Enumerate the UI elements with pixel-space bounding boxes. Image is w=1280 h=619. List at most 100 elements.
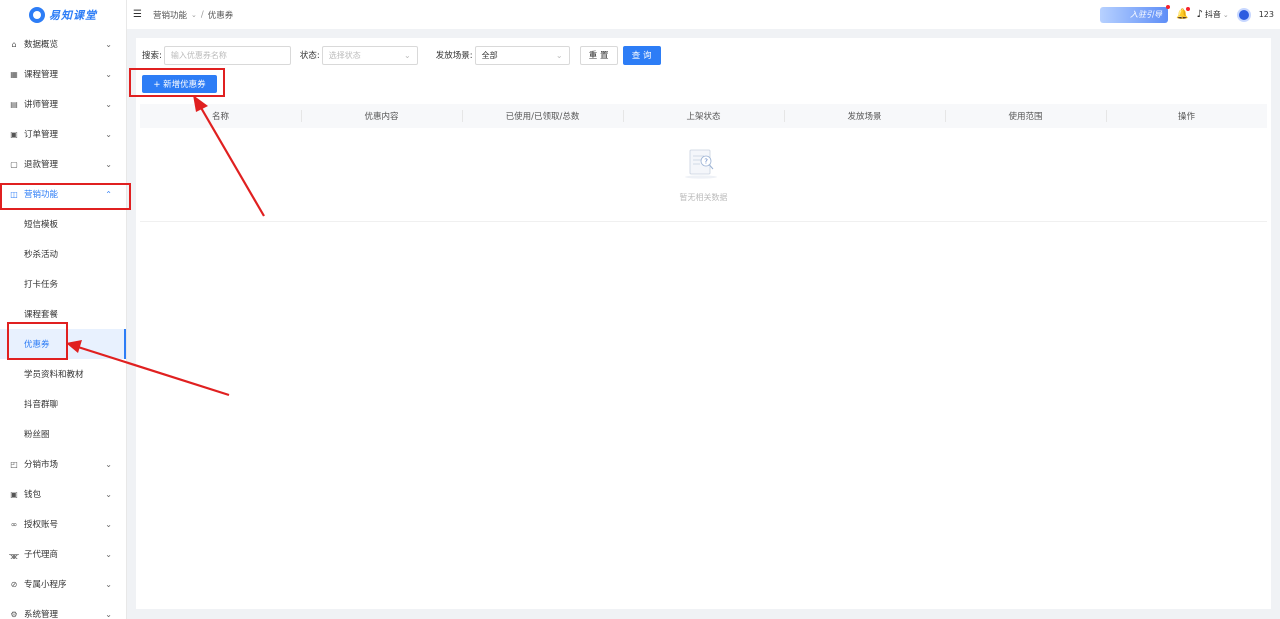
table-header: 名称 优惠内容 已使用/已领取/总数 上架状态 发放场景 使用范围 操作 — [140, 104, 1267, 128]
column-header-actions: 操作 — [1106, 104, 1267, 128]
settle-guide-label: 入驻引导 — [1130, 10, 1162, 19]
sidebar-subitem-checkin-task[interactable]: 打卡任务 — [0, 269, 126, 299]
notification-dot — [1186, 7, 1191, 11]
sidebar-subitem-fan-circle[interactable]: 粉丝圈 — [0, 419, 126, 449]
content-card: 搜索: 输入优惠券名称 状态: 选择状态 ⌄ 发放场景: 全部 ⌄ 重 置 查 … — [136, 38, 1271, 609]
sidebar-item-label: 授权账号 — [24, 520, 59, 530]
sidebar-item-lecturers[interactable]: ▤ 讲师管理 ⌄ — [0, 89, 126, 119]
chevron-down-icon: ⌄ — [404, 50, 411, 60]
chevron-down-icon: ⌄ — [105, 70, 112, 79]
settle-guide-button[interactable]: 入驻引导 — [1100, 4, 1170, 23]
search-input[interactable]: 输入优惠券名称 — [163, 45, 291, 65]
column-header-discount: 优惠内容 — [301, 104, 462, 128]
sidebar-subitem-sms-template[interactable]: 短信模板 — [0, 209, 126, 239]
link-icon: ∞ — [10, 519, 18, 529]
wallet-icon: ▣ — [10, 489, 18, 499]
sidebar-item-orders[interactable]: ▣ 订单管理 ⌄ — [0, 119, 126, 149]
douyin-menu[interactable]: ♪ 抖音 ⌄ — [1196, 9, 1228, 20]
column-header-name: 名称 — [211, 112, 229, 122]
order-icon: ▣ — [10, 129, 18, 139]
column-header-scope: 使用范围 — [945, 104, 1106, 128]
status-label: 状态: — [299, 51, 320, 61]
filter-bar: 搜索: 输入优惠券名称 状态: 选择状态 ⌄ 发放场景: 全部 ⌄ 重 置 查 … — [142, 45, 661, 65]
refund-icon: ▢ — [10, 159, 18, 169]
chevron-down-icon: ⌄ — [191, 10, 197, 19]
sidebar-item-miniapp[interactable]: ⊘ 专属小程序 ⌄ — [0, 569, 126, 599]
sidebar-subitem-materials[interactable]: 学员资料和教材 — [0, 359, 126, 389]
chevron-down-icon: ⌄ — [105, 100, 112, 109]
douyin-icon: ♪ — [1196, 9, 1203, 20]
sidebar-item-label: 讲师管理 — [24, 100, 59, 110]
chevron-down-icon: ⌄ — [1222, 10, 1229, 19]
chevron-down-icon: ⌄ — [105, 610, 112, 619]
sidebar-item-sub-agents[interactable]: ᚘ 子代理商 ⌄ — [0, 539, 126, 569]
breadcrumb: 营销功能 ⌄ / 优惠券 — [153, 9, 233, 21]
status-placeholder: 选择状态 — [328, 50, 361, 60]
gear-icon: ⚙ — [10, 609, 18, 619]
sidebar-item-label: 分销市场 — [24, 460, 59, 470]
sidebar-item-courses[interactable]: ▦ 课程管理 ⌄ — [0, 59, 126, 89]
sidebar-item-system[interactable]: ⚙ 系统管理 ⌄ — [0, 599, 126, 619]
sidebar-item-label: 系统管理 — [24, 610, 59, 619]
sidebar-subitem-flash-sale[interactable]: 秒杀活动 — [0, 239, 126, 269]
home-icon: ⌂ — [11, 39, 17, 49]
sidebar-item-auth-accounts[interactable]: ∞ 授权账号 ⌄ — [0, 509, 126, 539]
chevron-down-icon: ⌄ — [105, 130, 112, 139]
sidebar-item-dashboard[interactable]: ⌂ 数据概览 ⌄ — [0, 29, 126, 59]
scene-select[interactable]: 全部 ⌄ — [474, 45, 570, 65]
sidebar-item-label: 数据概览 — [24, 40, 59, 50]
reset-button[interactable]: 重 置 — [579, 45, 618, 65]
avatar[interactable] — [1236, 7, 1251, 22]
query-button[interactable]: 查 询 — [622, 45, 661, 65]
sidebar-item-distribution[interactable]: ◰ 分销市场 ⌄ — [0, 449, 126, 479]
column-header-status: 上架状态 — [623, 104, 784, 128]
miniapp-icon: ⊘ — [10, 579, 18, 589]
douyin-label: 抖音 — [1204, 10, 1221, 19]
sidebar-item-label: 子代理商 — [24, 550, 59, 560]
app-logo[interactable]: 易知课堂 — [0, 0, 126, 29]
sidebar-item-label: 专属小程序 — [24, 580, 67, 590]
chevron-down-icon: ⌄ — [105, 490, 112, 499]
sidebar-item-label: 订单管理 — [24, 130, 59, 140]
annotation-box-coupon — [7, 322, 68, 360]
annotation-box-add-coupon — [129, 68, 225, 97]
chevron-down-icon: ⌄ — [105, 460, 112, 469]
breadcrumb-marketing[interactable]: 营销功能 — [153, 9, 187, 21]
breadcrumb-separator: / — [200, 9, 204, 20]
notification-dot — [1166, 4, 1170, 9]
logo-text: 易知课堂 — [49, 8, 97, 22]
chevron-down-icon: ⌄ — [105, 520, 112, 529]
breadcrumb-coupon: 优惠券 — [207, 10, 234, 21]
sidebar-item-label: 退款管理 — [24, 160, 59, 170]
bell-icon[interactable]: 🔔 — [1176, 7, 1191, 20]
column-header-usage: 已使用/已领取/总数 — [462, 104, 623, 128]
chevron-down-icon: ⌄ — [105, 160, 112, 169]
sidebar-subitem-douyin-group[interactable]: 抖音群聊 — [0, 389, 126, 419]
top-header: ☰ 营销功能 ⌄ / 优惠券 入驻引导 🔔 ♪ 抖音 ⌄ 123 — [127, 0, 1280, 29]
empty-state: ? 暂无相关数据 — [140, 128, 1267, 222]
svg-text:?: ? — [704, 158, 708, 166]
sidebar-item-wallet[interactable]: ▣ 钱包 ⌄ — [0, 479, 126, 509]
header-actions: 入驻引导 🔔 ♪ 抖音 ⌄ 123 — [1100, 0, 1274, 29]
scene-label: 发放场景: — [435, 51, 473, 61]
chevron-down-icon: ⌄ — [105, 40, 112, 49]
username[interactable]: 123 — [1259, 10, 1274, 19]
chevron-down-icon: ⌄ — [105, 580, 112, 589]
scene-value: 全部 — [481, 50, 498, 60]
agent-icon: ᚘ — [9, 549, 19, 559]
market-icon: ◰ — [10, 459, 18, 469]
sidebar-item-label: 课程管理 — [24, 70, 59, 80]
chevron-down-icon: ⌄ — [555, 50, 563, 60]
status-select[interactable]: 选择状态 ⌄ — [321, 45, 418, 65]
empty-text: 暂无相关数据 — [679, 193, 728, 202]
empty-document-icon: ? — [685, 149, 717, 179]
sidebar-item-refunds[interactable]: ▢ 退款管理 ⌄ — [0, 149, 126, 179]
sidebar-item-label: 钱包 — [24, 490, 42, 500]
menu-toggle-icon[interactable]: ☰ — [133, 9, 143, 20]
coupon-table: 名称 优惠内容 已使用/已领取/总数 上架状态 发放场景 使用范围 操作 ? 暂… — [140, 104, 1267, 222]
sidebar: 易知课堂 ⌂ 数据概览 ⌄ ▦ 课程管理 ⌄ ▤ 讲师管理 ⌄ ▣ 订单管理 ⌄… — [0, 0, 127, 619]
annotation-box-marketing — [0, 183, 131, 210]
column-header-scene: 发放场景 — [784, 104, 945, 128]
grid-icon: ▦ — [10, 69, 18, 79]
id-card-icon: ▤ — [10, 99, 18, 109]
